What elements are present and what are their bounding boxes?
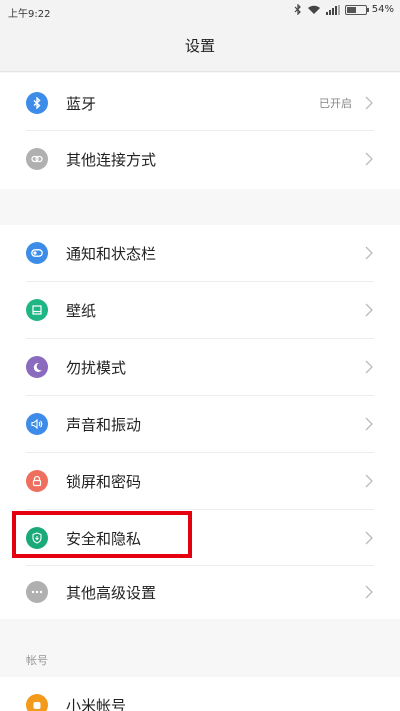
signal-icon <box>325 4 340 15</box>
bluetooth-icon <box>294 4 301 15</box>
settings-item-do-not-disturb[interactable]: 勿扰模式 <box>0 339 400 395</box>
item-label: 蓝牙 <box>66 94 97 113</box>
item-status: 已开启 <box>319 97 352 110</box>
link-icon <box>26 148 48 170</box>
status-bar: 上午9:22 54% <box>0 0 400 22</box>
chevron-right-icon <box>365 303 373 317</box>
item-label: 通知和状态栏 <box>66 244 157 263</box>
status-icons: 54% <box>294 4 394 15</box>
connection-group: 蓝牙 已开启 其他连接方式 <box>0 73 400 189</box>
more-icon <box>26 581 48 603</box>
highlight-box <box>12 511 192 558</box>
battery-fill <box>346 6 357 13</box>
settings-item-bluetooth[interactable]: 蓝牙 已开启 <box>0 75 400 131</box>
bluetooth-icon <box>26 92 48 114</box>
section-header-account: 帐号 <box>26 654 48 667</box>
page-title: 设置 <box>0 22 400 72</box>
item-label: 其他连接方式 <box>66 150 157 169</box>
battery-percent: 54% <box>371 4 394 15</box>
chevron-right-icon <box>365 474 373 488</box>
moon-icon <box>26 356 48 378</box>
notification-icon <box>26 242 48 264</box>
lock-icon <box>26 470 48 492</box>
wifi-icon <box>307 5 320 14</box>
section-gap <box>0 189 400 225</box>
settings-item-mi-account[interactable]: 小米帐号 <box>0 677 400 711</box>
chevron-right-icon <box>365 585 373 599</box>
settings-item-lock-screen[interactable]: 锁屏和密码 <box>0 453 400 509</box>
speaker-icon <box>26 413 48 435</box>
item-label: 壁纸 <box>66 301 97 320</box>
settings-item-other-connections[interactable]: 其他连接方式 <box>0 131 400 187</box>
chevron-right-icon <box>365 96 373 110</box>
settings-item-notifications[interactable]: 通知和状态栏 <box>0 225 400 281</box>
item-label: 勿扰模式 <box>66 358 127 377</box>
chevron-right-icon <box>365 360 373 374</box>
item-label: 声音和振动 <box>66 415 142 434</box>
wallpaper-icon <box>26 299 48 321</box>
status-time: 上午9:22 <box>8 9 51 20</box>
device-group: 通知和状态栏 壁纸 勿扰模式 声音和振动 锁屏和密码 安全和隐私 其他高级设置 <box>0 225 400 619</box>
item-label: 小米帐号 <box>66 697 127 711</box>
item-label: 其他高级设置 <box>66 583 157 602</box>
chevron-right-icon <box>365 152 373 166</box>
account-group: 小米帐号 <box>0 677 400 711</box>
chevron-right-icon <box>365 531 373 545</box>
settings-item-sound-vibration[interactable]: 声音和振动 <box>0 396 400 452</box>
chevron-right-icon <box>365 417 373 431</box>
settings-item-advanced[interactable]: 其他高级设置 <box>0 564 400 620</box>
chevron-right-icon <box>365 246 373 260</box>
settings-item-wallpaper[interactable]: 壁纸 <box>0 282 400 338</box>
battery-icon <box>344 4 369 15</box>
item-label: 锁屏和密码 <box>66 472 142 491</box>
mi-account-icon <box>26 694 48 711</box>
